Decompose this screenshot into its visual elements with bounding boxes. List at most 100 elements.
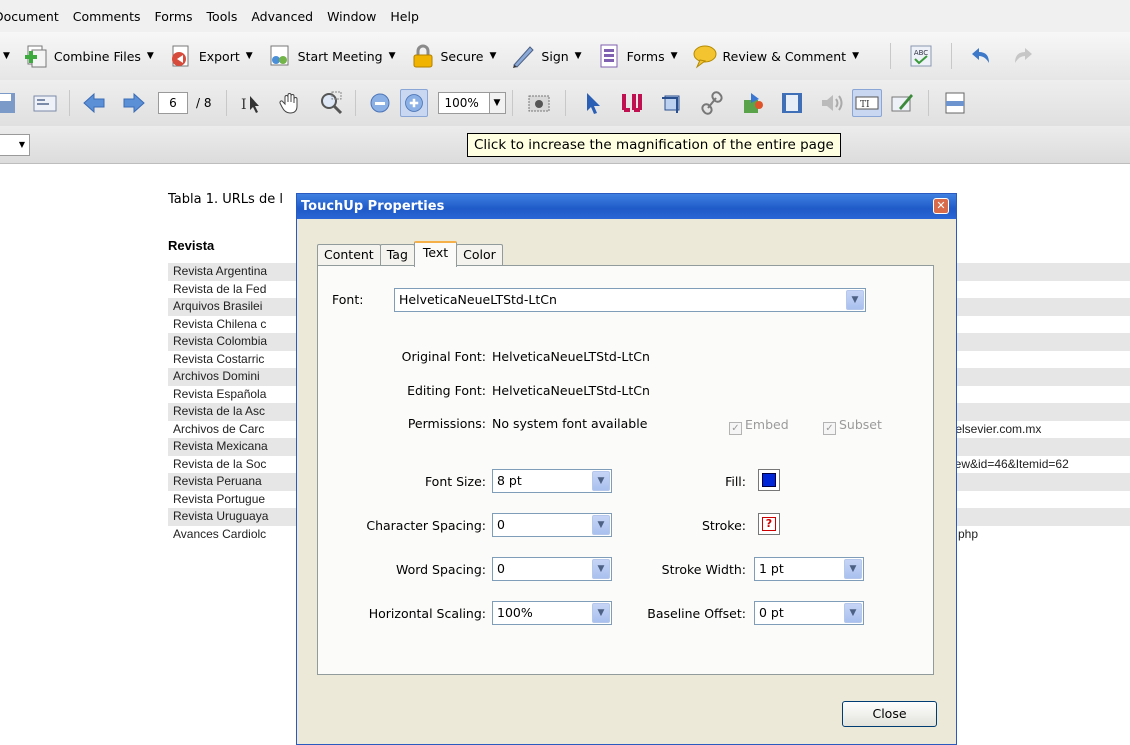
original-font-label: Original Font: [401,349,486,364]
menu-window[interactable]: Window [320,9,383,24]
previous-page-icon[interactable] [81,90,107,116]
chevron-down-icon: ▼ [574,51,582,61]
toolbar-divider [927,90,929,116]
crop-icon[interactable] [659,90,685,116]
toolbar-divider [69,90,70,116]
fill-color-swatch[interactable] [758,469,780,491]
chevron-down-icon: ▼ [592,559,610,579]
tab-tag[interactable]: Tag [379,244,415,266]
menu-forms[interactable]: Forms [148,9,200,24]
word-spacing-select[interactable]: 0 ▼ [492,557,612,581]
tab-color[interactable]: Color [456,244,503,266]
horizontal-scaling-label: Horizontal Scaling: [368,606,486,621]
tab-text[interactable]: Text [413,241,458,267]
journal-name-cell: Revista de la Soc [173,456,267,471]
combine-files-button[interactable]: Combine Files ▼ [16,36,161,76]
start-meeting-button[interactable]: Start Meeting ▼ [260,36,403,76]
sign-button[interactable]: Sign ▼ [503,36,588,76]
journal-name-cell: Arquivos Brasilei [173,299,263,313]
overflow-dropdown-icon[interactable]: ▼ [3,51,10,61]
spell-check-icon[interactable]: ABC [908,43,934,69]
undo-icon[interactable] [969,43,995,69]
dialog-title: TouchUp Properties [301,199,445,214]
chevron-down-icon: ▼ [670,51,678,61]
svg-text:TI: TI [860,100,870,110]
email-icon[interactable] [32,90,58,116]
column-header-revista: Revista [168,238,215,253]
tab-strip: Content Tag Text Color [317,241,503,267]
export-button[interactable]: Export ▼ [161,36,260,76]
menu-advanced[interactable]: Advanced [244,9,320,24]
sound-icon[interactable] [819,90,845,116]
permissions-label: Permissions: [407,416,486,431]
chevron-down-icon: ▼ [844,603,862,623]
secure-label: Secure [440,48,484,64]
review-comment-button[interactable]: Review & Comment ▼ [685,36,866,76]
tab-content[interactable]: Content [317,244,381,266]
marquee-zoom-icon[interactable] [318,90,344,116]
export-label: Export [198,48,240,64]
horizontal-scaling-select[interactable]: 100% ▼ [492,601,612,625]
forms-icon [600,44,618,68]
chevron-down-icon: ▼ [489,51,497,61]
chevron-down-icon: ▼ [844,559,862,579]
secure-button[interactable]: Secure ▼ [403,36,504,76]
edit-object-icon[interactable] [739,90,765,116]
zoom-out-icon[interactable] [367,90,393,116]
forms-button[interactable]: Forms ▼ [589,36,685,76]
journal-name-cell: Revista Colombia [173,334,268,348]
common-toolbar: 6 / 8 I 100% ▼ TI [0,80,1130,126]
journal-name-cell: Avances Cardiolc [173,526,267,541]
zoom-level-field[interactable]: 100% [437,92,490,114]
select-object-icon[interactable] [579,90,605,116]
font-select[interactable]: HelveticaNeueLTStd-LtCn ▼ [394,288,866,312]
zoom-in-button[interactable] [399,89,428,117]
zoom-in-icon [404,94,423,112]
fill-label: Fill: [725,474,746,489]
menu-comments[interactable]: Comments [66,9,148,24]
fit-width-icon[interactable] [942,90,968,116]
touchup-text-icon[interactable] [619,90,645,116]
menu-bar: Document Comments Forms Tools Advanced W… [0,0,1130,32]
journal-name-cell: Revista Costarric [173,351,265,366]
subset-checkbox: ✓ Subset [823,417,882,435]
tool-dropdown[interactable]: ▼ [0,134,30,156]
hand-tool-icon[interactable] [278,90,304,116]
table-caption: Tabla 1. URLs de l [168,192,283,207]
forms-label: Forms [626,48,665,64]
menu-document[interactable]: Document [0,9,66,24]
journal-name-cell: Revista Uruguaya [173,509,269,523]
toolbar-divider [225,90,227,116]
menu-tools[interactable]: Tools [200,9,245,24]
baseline-offset-select[interactable]: 0 pt ▼ [754,601,864,625]
chevron-down-icon: ▼ [146,51,154,61]
character-spacing-select[interactable]: 0 ▼ [492,513,612,537]
form-edit-icon[interactable] [889,90,915,116]
text-field-button[interactable]: TI [851,89,882,117]
journal-name-cell: Revista Peruana [173,474,262,488]
close-button[interactable]: Close [842,701,937,727]
redo-icon[interactable] [1009,43,1035,69]
dialog-title-bar[interactable]: TouchUp Properties ✕ [297,194,956,219]
stroke-width-select[interactable]: 1 pt ▼ [754,557,864,581]
journal-name-cell: Revista de la Fed [173,281,267,296]
video-icon[interactable] [779,90,805,116]
select-text-icon[interactable]: I [238,90,264,116]
close-icon[interactable]: ✕ [933,198,949,214]
zoom-dropdown-icon[interactable]: ▼ [489,92,506,114]
snapshot-icon[interactable] [526,90,552,116]
font-size-label: Font Size: [424,474,486,489]
menu-help[interactable]: Help [383,9,426,24]
link-tool-icon[interactable] [699,90,725,116]
editing-font-value: HelveticaNeueLTStd-LtCn [492,383,650,398]
save-icon[interactable] [0,90,18,116]
stroke-color-swatch[interactable]: ? [758,513,780,535]
combine-files-label: Combine Files [53,48,141,64]
character-spacing-label: Character Spacing: [366,518,486,533]
journal-name-cell: Revista Española [173,386,267,401]
chevron-down-icon: ▼ [852,51,859,61]
page-number-field[interactable]: 6 [158,92,188,114]
font-size-select[interactable]: 8 pt ▼ [492,469,612,493]
next-page-icon[interactable] [121,90,147,116]
start-meeting-icon [270,45,289,66]
